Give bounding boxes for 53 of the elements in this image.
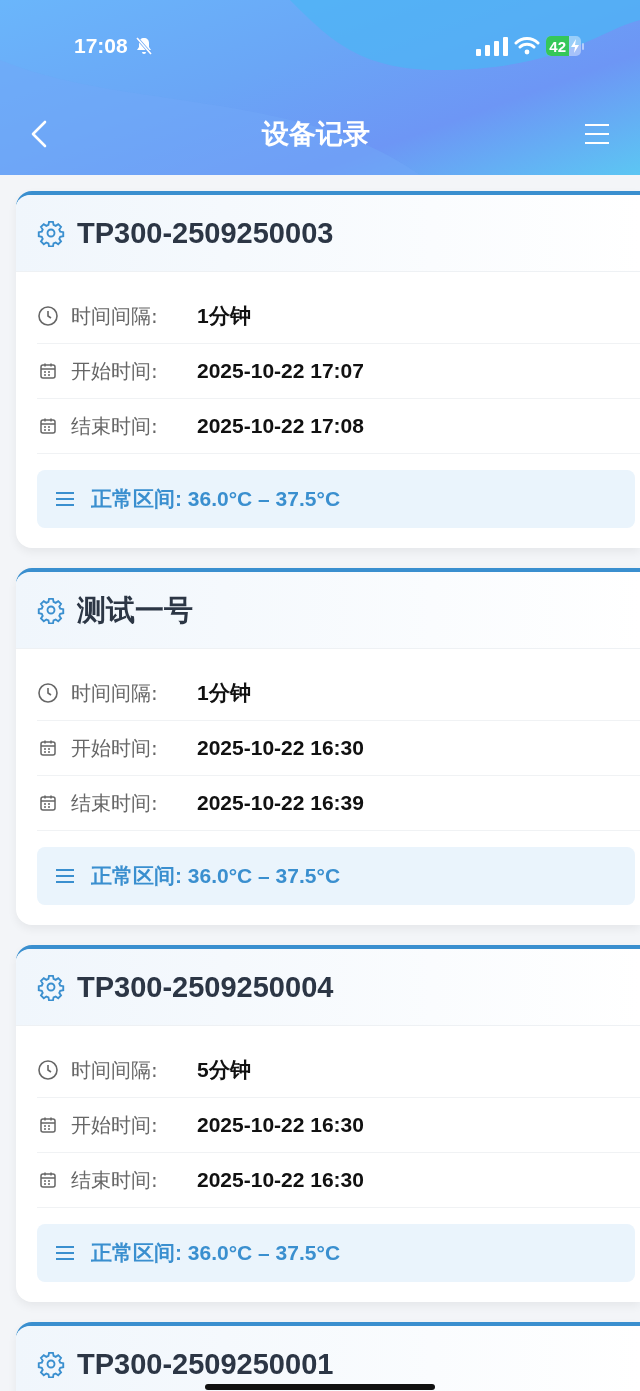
- calendar-icon: [39, 1116, 57, 1134]
- record-card[interactable]: 测试一号 时间间隔: 1分钟 开始时间: 2025-10-22 16:30 结束时间: 2025-10-22 16:39 正常区间: 36.0°C – 37.5°C: [16, 568, 640, 925]
- muted-bell-icon: [133, 36, 154, 56]
- field-label: 时间间隔:: [71, 679, 159, 707]
- field-value: 2025-10-22 17:07: [197, 359, 364, 383]
- gear-icon: [37, 973, 65, 1001]
- gear-icon: [37, 1350, 65, 1378]
- calendar-icon: [39, 1171, 57, 1189]
- field-label: 开始时间:: [71, 734, 159, 762]
- menu-icon[interactable]: [584, 122, 610, 145]
- gear-icon: [37, 219, 65, 247]
- wifi-icon: [514, 36, 541, 56]
- clock-icon: [37, 682, 59, 704]
- field-label: 时间间隔:: [71, 302, 159, 330]
- list-icon: [55, 1245, 75, 1261]
- field-value: 2025-10-22 16:30: [197, 1113, 364, 1137]
- device-title: TP300-2509250004: [77, 972, 334, 1002]
- battery-icon: 42: [546, 36, 584, 56]
- field-label: 开始时间:: [71, 1111, 159, 1139]
- field-value: 2025-10-22 17:08: [197, 414, 364, 438]
- calendar-icon: [39, 362, 57, 380]
- device-title: TP300-2509250001: [77, 1349, 334, 1379]
- list-icon: [55, 491, 75, 507]
- clock-icon: [37, 305, 59, 327]
- calendar-icon: [39, 739, 57, 757]
- page-title: 设备记录: [262, 116, 370, 151]
- list-icon: [55, 868, 75, 884]
- record-card[interactable]: TP300-2509250003 时间间隔: 1分钟 开始时间: 2025-10-22 17:07 结束时间: 2025-10-22 17:08 正常区间: 36.0°C – 37.5°C: [16, 191, 640, 548]
- field-value: 1分钟: [197, 303, 251, 329]
- back-icon[interactable]: [30, 118, 48, 149]
- calendar-icon: [39, 417, 57, 435]
- field-value: 2025-10-22 16:39: [197, 791, 364, 815]
- record-card[interactable]: TP300-2509250001: [16, 1322, 640, 1391]
- device-title: TP300-2509250003: [77, 218, 334, 248]
- status-time: 17:08: [74, 34, 128, 58]
- field-label: 结束时间:: [71, 412, 159, 440]
- calendar-icon: [39, 794, 57, 812]
- range-text: 正常区间: 36.0°C – 37.5°C: [91, 486, 341, 512]
- field-value: 5分钟: [197, 1057, 251, 1083]
- field-label: 结束时间:: [71, 1166, 159, 1194]
- field-value: 1分钟: [197, 680, 251, 706]
- clock-icon: [37, 1059, 59, 1081]
- field-label: 时间间隔:: [71, 1056, 159, 1084]
- range-text: 正常区间: 36.0°C – 37.5°C: [91, 1240, 341, 1266]
- signal-icon: [476, 36, 509, 56]
- record-card[interactable]: TP300-2509250004 时间间隔: 5分钟 开始时间: 2025-10-22 16:30 结束时间: 2025-10-22 16:30 正常区间: 36.0°C – 37.5°C: [16, 945, 640, 1302]
- field-value: 2025-10-22 16:30: [197, 1168, 364, 1192]
- device-title: 测试一号: [77, 595, 193, 625]
- range-text: 正常区间: 36.0°C – 37.5°C: [91, 863, 341, 889]
- gear-icon: [37, 596, 65, 624]
- field-label: 开始时间:: [71, 357, 159, 385]
- field-value: 2025-10-22 16:30: [197, 736, 364, 760]
- field-label: 结束时间:: [71, 789, 159, 817]
